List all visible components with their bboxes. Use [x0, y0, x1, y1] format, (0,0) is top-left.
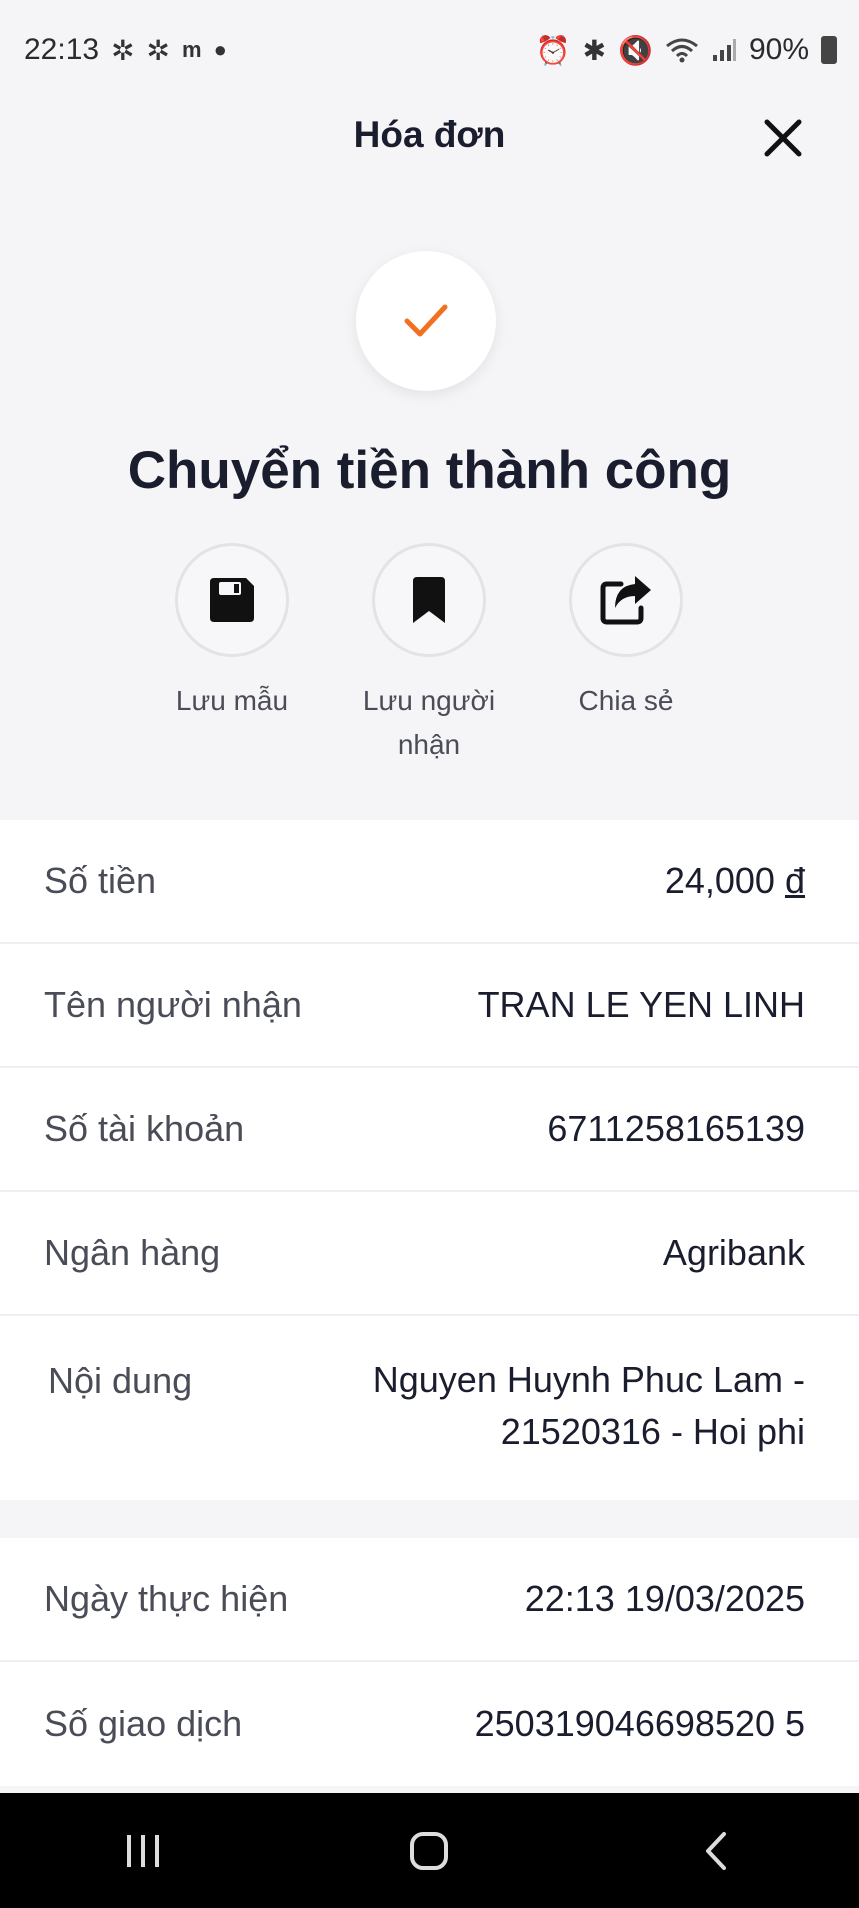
detail-row-bank: Ngân hàng Agribank	[0, 1192, 859, 1316]
detail-row-account: Số tài khoản 6711258165139	[0, 1068, 859, 1192]
signal-icon	[712, 39, 736, 61]
battery-icon	[821, 36, 837, 64]
transaction-id-value: 250319046698520 5	[474, 1703, 805, 1744]
battery-percent: 90%	[748, 33, 809, 66]
detail-row-date: Ngày thực hiện 22:13 19/03/2025	[0, 1538, 859, 1662]
status-right: ⏰ ✱ 🔇 90%	[536, 33, 837, 67]
share-circle	[569, 543, 683, 657]
recipient-label: Tên người nhận	[44, 984, 302, 1025]
pinwheel-icon: ✲	[146, 34, 171, 66]
save-recipient-label: Lưu người nhận	[362, 685, 496, 760]
save-template-circle	[175, 543, 289, 657]
date-label: Ngày thực hiện	[44, 1578, 289, 1619]
recent-apps-icon	[127, 1834, 160, 1867]
save-recipient-button[interactable]: Lưu người nhận	[329, 543, 529, 767]
share-label: Chia sẻ	[578, 685, 674, 716]
content-value: Nguyen Huynh Phuc Lam - 21520316 - Hoi p…	[372, 1359, 805, 1452]
detail-row-content: Nội dung Nguyen Huynh Phuc Lam - 2152031…	[0, 1316, 859, 1500]
momo-icon: m	[182, 37, 202, 62]
amount-label: Số tiền	[44, 860, 157, 901]
save-recipient-circle	[372, 543, 486, 657]
amount-number: 24,000	[664, 860, 775, 901]
success-title: Chuyển tiền thành công	[127, 441, 732, 500]
mute-icon: 🔇	[618, 34, 653, 66]
account-label: Số tài khoản	[44, 1108, 245, 1149]
detail-row-transaction-id: Số giao dịch 250319046698520 5	[0, 1662, 859, 1786]
currency-symbol: đ	[784, 860, 805, 901]
home-button[interactable]	[369, 1811, 489, 1891]
transaction-id-label: Số giao dịch	[44, 1703, 243, 1744]
detail-row-amount: Số tiền 24,000 đ	[0, 820, 859, 944]
save-icon	[210, 578, 254, 622]
home-icon	[410, 1831, 449, 1870]
status-bar: 22:13 ✲ ✲ m ● ⏰ ✱ 🔇 90%	[0, 0, 859, 100]
checkmark-icon	[404, 304, 448, 337]
bluetooth-icon: ✱	[582, 34, 607, 66]
dot-icon: ●	[213, 37, 227, 62]
pinwheel-icon: ✲	[111, 34, 135, 66]
bookmark-icon	[413, 577, 445, 623]
bank-value: Agribank	[662, 1232, 805, 1273]
status-left: 22:13 ✲ ✲ m ●	[24, 33, 227, 67]
account-value: 6711258165139	[547, 1108, 805, 1149]
detail-row-recipient: Tên người nhận TRAN LE YEN LINH	[0, 944, 859, 1068]
transaction-info-card: Ngày thực hiện 22:13 19/03/2025 Số giao …	[0, 1538, 859, 1786]
share-icon	[600, 576, 651, 625]
page-title: Hóa đơn	[353, 114, 506, 155]
success-badge	[356, 251, 496, 391]
save-template-button[interactable]: Lưu mẫu	[132, 543, 332, 723]
wifi-icon	[666, 38, 698, 63]
close-icon	[764, 119, 802, 157]
alarm-icon: ⏰	[535, 34, 571, 66]
content-label: Nội dung	[48, 1360, 193, 1401]
amount-value: 24,000 đ	[665, 860, 805, 902]
back-icon	[705, 1831, 726, 1870]
save-template-label: Lưu mẫu	[175, 685, 289, 716]
status-time: 22:13	[24, 33, 100, 66]
close-button[interactable]	[755, 110, 811, 166]
date-value: 22:13 19/03/2025	[524, 1578, 805, 1619]
back-button[interactable]	[656, 1811, 776, 1891]
bank-label: Ngân hàng	[44, 1232, 221, 1273]
system-nav-bar	[0, 1793, 859, 1908]
recipient-value: TRAN LE YEN LINH	[477, 984, 805, 1025]
share-button[interactable]: Chia sẻ	[526, 543, 726, 723]
recent-apps-button[interactable]	[83, 1811, 203, 1891]
transfer-details-card: Số tiền 24,000 đ Tên người nhận TRAN LE …	[0, 820, 859, 1500]
header: Hóa đơn	[0, 100, 859, 170]
action-row: Lưu mẫu Lưu người nhận Chia sẻ	[0, 543, 859, 763]
